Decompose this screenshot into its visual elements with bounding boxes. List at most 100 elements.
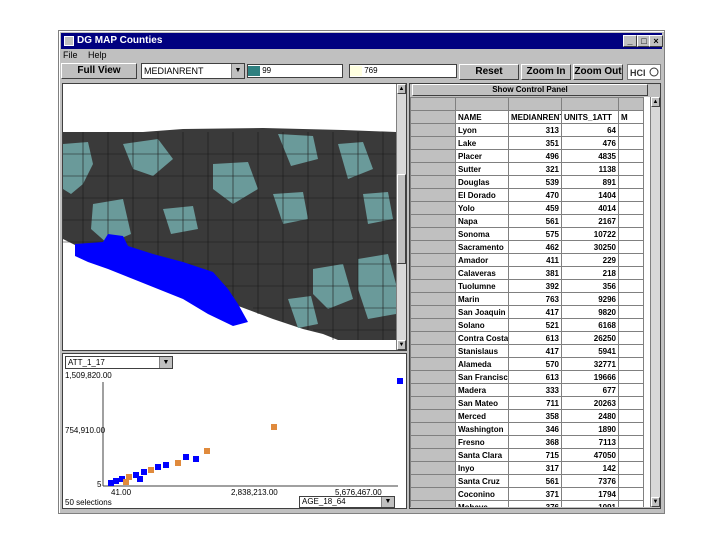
row-header[interactable] bbox=[410, 487, 456, 501]
row-header[interactable] bbox=[410, 292, 456, 306]
table-row[interactable]: Sutter 321 1138 bbox=[410, 162, 644, 176]
table-row[interactable]: Sonoma 575 10722 bbox=[410, 227, 644, 241]
table-row[interactable]: Stanislaus 417 5941 bbox=[410, 344, 644, 358]
scatter-point[interactable] bbox=[204, 448, 210, 454]
map-county-teal[interactable] bbox=[363, 192, 393, 224]
table-row[interactable]: Merced 358 2480 bbox=[410, 409, 644, 423]
table-row[interactable]: Napa 561 2167 bbox=[410, 214, 644, 228]
table-row[interactable]: Douglas 539 891 bbox=[410, 175, 644, 189]
data-table[interactable]: NAME MEDIANRENT UNITS_1ATT M Lyon 313 64 Lake 35… bbox=[410, 97, 652, 507]
table-row[interactable]: San Joaquin 417 9820 bbox=[410, 305, 644, 319]
table-row[interactable]: Calaveras 381 218 bbox=[410, 266, 644, 280]
table-row[interactable]: Washington 346 1890 bbox=[410, 422, 644, 436]
row-header[interactable] bbox=[410, 175, 456, 189]
row-header[interactable] bbox=[410, 396, 456, 410]
row-header[interactable] bbox=[410, 357, 456, 371]
scatter-point-selected[interactable] bbox=[183, 454, 189, 460]
scroll-down-icon[interactable]: ▼ bbox=[397, 340, 406, 350]
table-row[interactable]: Inyo 317 142 bbox=[410, 461, 644, 475]
row-header[interactable] bbox=[410, 201, 456, 215]
show-control-panel-button[interactable]: Show Control Panel bbox=[412, 84, 648, 96]
scroll-up-icon[interactable]: ▲ bbox=[651, 97, 660, 107]
row-header[interactable] bbox=[410, 214, 456, 228]
row-header[interactable] bbox=[410, 188, 456, 202]
scatter-point[interactable] bbox=[148, 467, 154, 473]
table-row[interactable]: Alameda 570 32771 bbox=[410, 357, 644, 371]
table-row[interactable]: Placer 496 4835 bbox=[410, 149, 644, 163]
row-header[interactable] bbox=[410, 383, 456, 397]
row-header[interactable] bbox=[410, 305, 456, 319]
scatter-point[interactable] bbox=[175, 460, 181, 466]
scatter-point-selected[interactable] bbox=[155, 464, 161, 470]
scatter-point-selected[interactable] bbox=[108, 480, 114, 486]
zoom-out-button[interactable]: Zoom Out bbox=[573, 64, 623, 80]
row-header[interactable] bbox=[410, 331, 456, 345]
row-header[interactable] bbox=[410, 149, 456, 163]
table-row[interactable]: San Mateo 711 20263 bbox=[410, 396, 644, 410]
scroll-up-icon[interactable]: ▲ bbox=[397, 84, 406, 94]
row-header[interactable] bbox=[410, 448, 456, 462]
row-header[interactable] bbox=[410, 266, 456, 280]
table-row[interactable]: Fresno 368 7113 bbox=[410, 435, 644, 449]
row-header[interactable] bbox=[410, 422, 456, 436]
row-header[interactable] bbox=[410, 370, 456, 384]
full-view-button[interactable]: Full View bbox=[61, 63, 137, 79]
map-vertical-scrollbar[interactable]: ▲ ▼ bbox=[396, 84, 406, 350]
minimize-button[interactable]: _ bbox=[623, 35, 637, 47]
row-header[interactable] bbox=[410, 136, 456, 150]
scatter-point-selected[interactable] bbox=[193, 456, 199, 462]
y-attribute-select[interactable]: AGE_18_64 ▼ bbox=[299, 496, 395, 508]
table-vertical-scrollbar[interactable]: ▲ ▼ bbox=[650, 97, 660, 507]
row-header[interactable] bbox=[410, 344, 456, 358]
table-row[interactable]: Coconino 371 1794 bbox=[410, 487, 644, 501]
row-header[interactable] bbox=[410, 409, 456, 423]
table-row[interactable]: Solano 521 6168 bbox=[410, 318, 644, 332]
row-header[interactable] bbox=[410, 318, 456, 332]
scatter-plot[interactable] bbox=[63, 354, 406, 508]
menu-file[interactable]: File bbox=[63, 50, 78, 60]
table-row[interactable]: Sacramento 462 30250 bbox=[410, 240, 644, 254]
row-header[interactable] bbox=[410, 279, 456, 293]
table-row[interactable]: Mohave 376 1091 bbox=[410, 500, 644, 507]
county-map[interactable] bbox=[63, 84, 396, 340]
scatter-point[interactable] bbox=[271, 424, 277, 430]
table-row[interactable]: El Dorado 470 1404 bbox=[410, 188, 644, 202]
menu-help[interactable]: Help bbox=[88, 50, 107, 60]
row-header[interactable] bbox=[410, 435, 456, 449]
table-row[interactable]: Tuolumne 392 356 bbox=[410, 279, 644, 293]
row-header[interactable] bbox=[410, 240, 456, 254]
row-header[interactable] bbox=[410, 461, 456, 475]
table-row[interactable]: Lake 351 476 bbox=[410, 136, 644, 150]
row-header[interactable] bbox=[410, 162, 456, 176]
scatter-point-selected[interactable] bbox=[137, 476, 143, 482]
table-row[interactable]: San Francisco 613 19666 bbox=[410, 370, 644, 384]
map-scroll-thumb[interactable] bbox=[397, 174, 406, 264]
row-header[interactable] bbox=[410, 500, 456, 507]
reset-button[interactable]: Reset bbox=[459, 64, 519, 80]
scatter-point-selected[interactable] bbox=[163, 462, 169, 468]
row-header[interactable] bbox=[410, 227, 456, 241]
table-row[interactable]: Contra Costa 613 26250 bbox=[410, 331, 644, 345]
column-header[interactable]: MEDIANRENT bbox=[508, 110, 562, 124]
scatterplot-view[interactable]: ATT_1_17 ▼ 1,509,820.00 754,910.00 5 41.… bbox=[62, 353, 407, 509]
row-header[interactable] bbox=[410, 474, 456, 488]
scatter-point-selected[interactable] bbox=[141, 469, 147, 475]
row-header[interactable] bbox=[410, 253, 456, 267]
scroll-down-icon[interactable]: ▼ bbox=[651, 497, 660, 507]
table-row[interactable]: Madera 333 677 bbox=[410, 383, 644, 397]
table-row[interactable]: Yolo 459 4014 bbox=[410, 201, 644, 215]
scatter-point-selected[interactable] bbox=[397, 378, 403, 384]
column-header[interactable]: UNITS_1ATT bbox=[561, 110, 619, 124]
scatter-point[interactable] bbox=[123, 479, 129, 485]
table-row[interactable]: Amador 411 229 bbox=[410, 253, 644, 267]
column-header[interactable]: M bbox=[618, 110, 644, 124]
column-header[interactable]: NAME bbox=[455, 110, 509, 124]
zoom-in-button[interactable]: Zoom In bbox=[521, 64, 571, 80]
table-row[interactable]: Lyon 313 64 bbox=[410, 123, 644, 137]
attribute-select[interactable]: MEDIANRENT ▼ bbox=[141, 63, 245, 79]
close-button[interactable]: × bbox=[649, 35, 663, 47]
table-row[interactable]: Santa Clara 715 47050 bbox=[410, 448, 644, 462]
table-row[interactable]: Santa Cruz 561 7376 bbox=[410, 474, 644, 488]
table-row[interactable]: Marin 763 9296 bbox=[410, 292, 644, 306]
map-view[interactable]: ▲ ▼ bbox=[62, 83, 407, 351]
